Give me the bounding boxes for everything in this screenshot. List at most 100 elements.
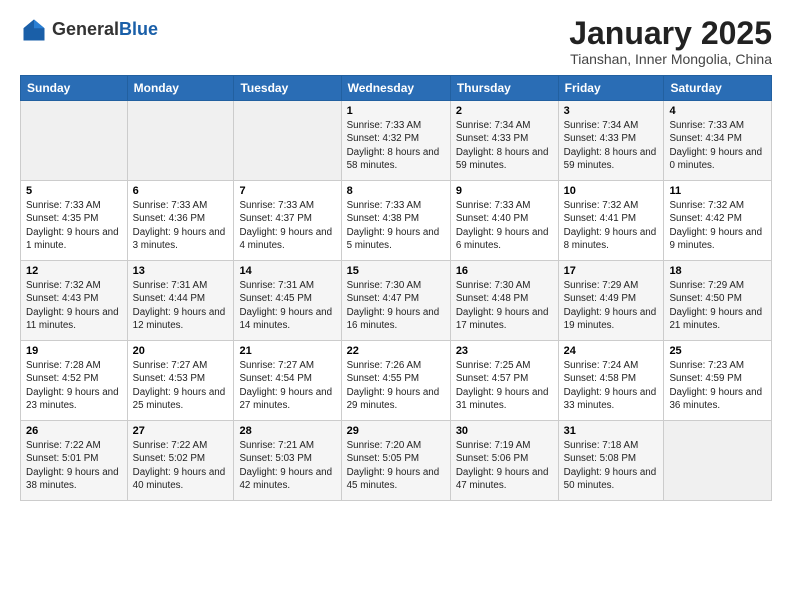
calendar-cell: 15 Sunrise: 7:30 AM Sunset: 4:47 PM Dayli… <box>341 261 450 341</box>
day-info: Sunrise: 7:19 AM Sunset: 5:06 PM Dayligh… <box>456 439 553 492</box>
logo-text: GeneralBlue <box>52 20 158 40</box>
day-number: 2 <box>456 105 553 117</box>
col-friday: Friday <box>558 76 664 101</box>
calendar-cell: 26 Sunrise: 7:22 AM Sunset: 5:01 PM Dayli… <box>21 421 128 501</box>
calendar-cell: 7Sunrise: 7:33 AM Sunset: 4:37 PM Daylig… <box>234 181 341 261</box>
col-thursday: Thursday <box>450 76 558 101</box>
day-number: 26 <box>26 425 122 437</box>
calendar-cell: 17Sunrise: 7:29 AM Sunset: 4:49 PM Dayli… <box>558 261 664 341</box>
calendar-cell <box>127 101 234 181</box>
calendar-cell: 12 Sunrise: 7:32 AM Sunset: 4:43 PM Dayli… <box>21 261 128 341</box>
title-block: January 2025 Tianshan, Inner Mongolia, C… <box>569 16 772 67</box>
day-number: 28 <box>239 425 335 437</box>
day-number: 11 <box>669 185 766 197</box>
day-number: 23 <box>456 345 553 357</box>
day-number: 29 <box>347 425 445 437</box>
col-saturday: Saturday <box>664 76 772 101</box>
day-number: 19 <box>26 345 122 357</box>
day-info: Sunrise: 7:33 AM Sunset: 4:38 PM Dayligh… <box>347 199 445 252</box>
calendar-cell: 20 Sunrise: 7:27 AM Sunset: 4:53 PM Dayli… <box>127 341 234 421</box>
calendar-cell: 9Sunrise: 7:33 AM Sunset: 4:40 PM Daylig… <box>450 181 558 261</box>
day-number: 6 <box>133 185 229 197</box>
day-info: Sunrise: 7:22 AM Sunset: 5:01 PM Dayligh… <box>26 439 122 492</box>
day-info: Sunrise: 7:25 AM Sunset: 4:57 PM Dayligh… <box>456 359 553 412</box>
calendar-cell: 31 Sunrise: 7:18 AM Sunset: 5:08 PM Dayli… <box>558 421 664 501</box>
day-info: Sunrise: 7:33 AM Sunset: 4:32 PM Dayligh… <box>347 119 445 172</box>
day-number: 3 <box>564 105 659 117</box>
calendar-cell <box>21 101 128 181</box>
col-wednesday: Wednesday <box>341 76 450 101</box>
calendar-cell: 10 Sunrise: 7:32 AM Sunset: 4:41 PM Dayli… <box>558 181 664 261</box>
calendar-row-2: 12 Sunrise: 7:32 AM Sunset: 4:43 PM Dayli… <box>21 261 772 341</box>
calendar-cell: 25 Sunrise: 7:23 AM Sunset: 4:59 PM Dayli… <box>664 341 772 421</box>
day-info: Sunrise: 7:31 AM Sunset: 4:45 PM Dayligh… <box>239 279 335 332</box>
day-info: Sunrise: 7:28 AM Sunset: 4:52 PM Dayligh… <box>26 359 122 412</box>
day-info: Sunrise: 7:33 AM Sunset: 4:36 PM Dayligh… <box>133 199 229 252</box>
day-number: 5 <box>26 185 122 197</box>
calendar-row-4: 26 Sunrise: 7:22 AM Sunset: 5:01 PM Dayli… <box>21 421 772 501</box>
day-number: 17 <box>564 265 659 277</box>
calendar-cell: 24Sunrise: 7:24 AM Sunset: 4:58 PM Dayli… <box>558 341 664 421</box>
day-info: Sunrise: 7:33 AM Sunset: 4:35 PM Dayligh… <box>26 199 122 252</box>
day-number: 18 <box>669 265 766 277</box>
calendar-cell <box>664 421 772 501</box>
day-info: Sunrise: 7:31 AM Sunset: 4:44 PM Dayligh… <box>133 279 229 332</box>
day-info: Sunrise: 7:27 AM Sunset: 4:53 PM Dayligh… <box>133 359 229 412</box>
day-info: Sunrise: 7:32 AM Sunset: 4:42 PM Dayligh… <box>669 199 766 252</box>
logo-icon <box>20 16 48 44</box>
day-info: Sunrise: 7:27 AM Sunset: 4:54 PM Dayligh… <box>239 359 335 412</box>
col-tuesday: Tuesday <box>234 76 341 101</box>
calendar-cell: 16Sunrise: 7:30 AM Sunset: 4:48 PM Dayli… <box>450 261 558 341</box>
calendar-cell: 1 Sunrise: 7:33 AM Sunset: 4:32 PM Daylig… <box>341 101 450 181</box>
calendar-cell <box>234 101 341 181</box>
header: GeneralBlue January 2025 Tianshan, Inner… <box>20 16 772 67</box>
day-number: 4 <box>669 105 766 117</box>
month-title: January 2025 <box>569 16 772 51</box>
calendar-cell: 14 Sunrise: 7:31 AM Sunset: 4:45 PM Dayli… <box>234 261 341 341</box>
day-info: Sunrise: 7:20 AM Sunset: 5:05 PM Dayligh… <box>347 439 445 492</box>
calendar-cell: 30Sunrise: 7:19 AM Sunset: 5:06 PM Dayli… <box>450 421 558 501</box>
calendar-cell: 21 Sunrise: 7:27 AM Sunset: 4:54 PM Dayli… <box>234 341 341 421</box>
day-number: 1 <box>347 105 445 117</box>
day-number: 25 <box>669 345 766 357</box>
day-info: Sunrise: 7:30 AM Sunset: 4:47 PM Dayligh… <box>347 279 445 332</box>
calendar-cell: 5 Sunrise: 7:33 AM Sunset: 4:35 PM Daylig… <box>21 181 128 261</box>
day-number: 31 <box>564 425 659 437</box>
col-monday: Monday <box>127 76 234 101</box>
calendar-cell: 27 Sunrise: 7:22 AM Sunset: 5:02 PM Dayli… <box>127 421 234 501</box>
day-info: Sunrise: 7:21 AM Sunset: 5:03 PM Dayligh… <box>239 439 335 492</box>
calendar-row-3: 19 Sunrise: 7:28 AM Sunset: 4:52 PM Dayli… <box>21 341 772 421</box>
day-info: Sunrise: 7:33 AM Sunset: 4:34 PM Dayligh… <box>669 119 766 172</box>
day-number: 9 <box>456 185 553 197</box>
day-number: 27 <box>133 425 229 437</box>
calendar-cell: 28 Sunrise: 7:21 AM Sunset: 5:03 PM Dayli… <box>234 421 341 501</box>
day-number: 14 <box>239 265 335 277</box>
calendar-cell: 13 Sunrise: 7:31 AM Sunset: 4:44 PM Dayli… <box>127 261 234 341</box>
calendar-cell: 29 Sunrise: 7:20 AM Sunset: 5:05 PM Dayli… <box>341 421 450 501</box>
calendar-cell: 23 Sunrise: 7:25 AM Sunset: 4:57 PM Dayli… <box>450 341 558 421</box>
day-number: 12 <box>26 265 122 277</box>
col-sunday: Sunday <box>21 76 128 101</box>
day-info: Sunrise: 7:29 AM Sunset: 4:50 PM Dayligh… <box>669 279 766 332</box>
day-number: 15 <box>347 265 445 277</box>
calendar-cell: 2Sunrise: 7:34 AM Sunset: 4:33 PM Daylig… <box>450 101 558 181</box>
day-number: 8 <box>347 185 445 197</box>
day-number: 10 <box>564 185 659 197</box>
day-info: Sunrise: 7:32 AM Sunset: 4:43 PM Dayligh… <box>26 279 122 332</box>
calendar-header-row: Sunday Monday Tuesday Wednesday Thursday… <box>21 76 772 101</box>
day-info: Sunrise: 7:32 AM Sunset: 4:41 PM Dayligh… <box>564 199 659 252</box>
calendar-cell: 8 Sunrise: 7:33 AM Sunset: 4:38 PM Daylig… <box>341 181 450 261</box>
day-info: Sunrise: 7:33 AM Sunset: 4:37 PM Dayligh… <box>239 199 335 252</box>
calendar-cell: 3Sunrise: 7:34 AM Sunset: 4:33 PM Daylig… <box>558 101 664 181</box>
day-info: Sunrise: 7:22 AM Sunset: 5:02 PM Dayligh… <box>133 439 229 492</box>
day-number: 22 <box>347 345 445 357</box>
day-number: 20 <box>133 345 229 357</box>
day-number: 24 <box>564 345 659 357</box>
logo: GeneralBlue <box>20 16 158 44</box>
day-number: 16 <box>456 265 553 277</box>
day-info: Sunrise: 7:23 AM Sunset: 4:59 PM Dayligh… <box>669 359 766 412</box>
day-info: Sunrise: 7:26 AM Sunset: 4:55 PM Dayligh… <box>347 359 445 412</box>
day-info: Sunrise: 7:18 AM Sunset: 5:08 PM Dayligh… <box>564 439 659 492</box>
day-number: 21 <box>239 345 335 357</box>
day-number: 13 <box>133 265 229 277</box>
